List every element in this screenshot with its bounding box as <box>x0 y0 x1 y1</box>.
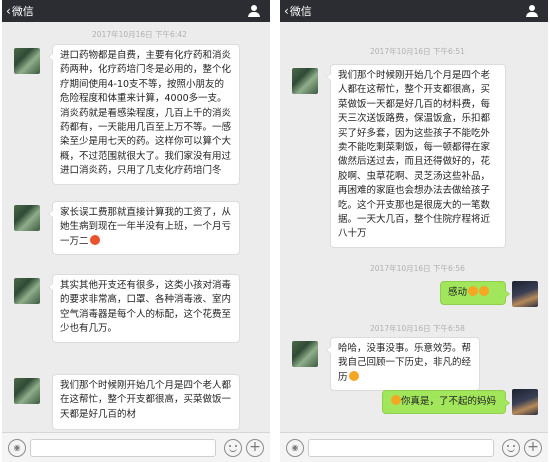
my-avatar[interactable] <box>512 281 538 307</box>
sent-message-bubble[interactable]: 你真是，了不起的妈妈 <box>382 390 510 414</box>
left-chat-screen: ‹微信 2017年10月16日 下午6:42 进口药物都是自费，主要有化疗药和消… <box>2 0 270 462</box>
chevron-left-icon: ‹ <box>284 4 289 18</box>
message-text: 你真是，了不起的妈妈 <box>401 396 497 407</box>
voice-icon[interactable]: ◉ <box>286 439 304 457</box>
message-bubble[interactable]: 我们那个时候刚开始几个月是四个老人都在这帮忙，整个开支都很高，买菜做饭一天都是好… <box>326 64 506 248</box>
message-bubble[interactable]: 进口药物都是自费，主要有化疗药和消炎药两种，化疗药培门冬是必用的，整个化疗期间使… <box>48 44 240 185</box>
nav-bar: ‹微信 <box>2 0 270 22</box>
person-icon[interactable] <box>248 5 260 17</box>
input-bar: ◉ + <box>280 432 548 462</box>
message-text: 家长误工费那就直接计算我的工资了，从她生病到现在一年半没有上班，一个月亏一万二 <box>60 207 232 247</box>
message-text: 其实其他开支还有很多，这类小孩对消毒的要求非常高，口罩、各种消毒液、室内空气消毒… <box>60 280 232 335</box>
input-bar: ◉ + <box>2 432 270 462</box>
timestamp: 2017年10月16日 下午6:42 <box>92 30 187 39</box>
emoji-icon <box>89 234 100 245</box>
sent-message-bubble[interactable]: 感动 <box>440 281 510 305</box>
message-bubble[interactable]: 其实其他开支还有很多，这类小孩对消毒的要求非常高，口罩、各种消毒液、室内空气消毒… <box>48 274 240 343</box>
message-text: 进口药物都是自费，主要有化疗药和消炎药两种，化疗药培门冬是必用的，整个化疗期间使… <box>60 50 232 177</box>
message-text: 我们那个时候刚开始几个月是四个老人都在这帮忙，整个开支都很高，买菜做饭一天都是好… <box>60 380 232 420</box>
emoji-icon <box>348 370 359 381</box>
nav-bar: ‹微信 <box>280 0 548 22</box>
back-label: 微信 <box>289 5 312 18</box>
right-chat-screen: ‹微信 2017年10月16日 下午6:51 我们那个时候刚开始几个月是四个老人… <box>280 0 548 462</box>
message-text: 感动 <box>448 287 468 298</box>
avatar[interactable] <box>14 378 40 404</box>
back-label: 微信 <box>11 5 34 18</box>
emoji-icon <box>468 286 479 296</box>
my-avatar[interactable] <box>512 389 538 415</box>
timestamp: 2017年10月16日 下午6:51 <box>370 47 465 56</box>
message-bubble[interactable]: 我们那个时候刚开始几个月是四个老人都在这帮忙，整个开支都很高，买菜做饭一天都是好… <box>52 374 240 430</box>
message-bubble[interactable]: 家长误工费那就直接计算我的工资了，从她生病到现在一年半没有上班，一个月亏一万二 <box>48 201 240 256</box>
person-icon[interactable] <box>526 5 538 17</box>
message-bubble[interactable]: 哈哈，没事没事。乐意效劳。帮我自己回顾一下历史，非凡的经历 <box>326 337 480 392</box>
timestamp: 2017年10月16日 下午6:58 <box>370 324 465 333</box>
avatar[interactable] <box>14 278 40 304</box>
emoji-icon <box>479 286 490 296</box>
avatar[interactable] <box>292 68 318 94</box>
avatar[interactable] <box>292 341 318 367</box>
plus-icon[interactable]: + <box>246 439 264 457</box>
chevron-left-icon: ‹ <box>6 4 11 18</box>
emoji-icon[interactable] <box>224 439 242 457</box>
message-text: 我们那个时候刚开始几个月是四个老人都在这帮忙，整个开支都很高，买菜做饭一天都是好… <box>338 70 491 240</box>
voice-icon[interactable]: ◉ <box>8 439 26 457</box>
timestamp: 2017年10月16日 下午6:56 <box>370 264 465 273</box>
back-button[interactable]: ‹微信 <box>6 3 34 20</box>
plus-icon[interactable]: + <box>524 439 542 457</box>
avatar[interactable] <box>14 205 40 231</box>
thumbs-up-icon <box>391 395 401 405</box>
message-input[interactable] <box>30 439 216 457</box>
back-button[interactable]: ‹微信 <box>284 3 312 20</box>
avatar[interactable] <box>14 48 40 74</box>
message-input[interactable] <box>308 439 494 457</box>
emoji-icon[interactable] <box>502 439 520 457</box>
